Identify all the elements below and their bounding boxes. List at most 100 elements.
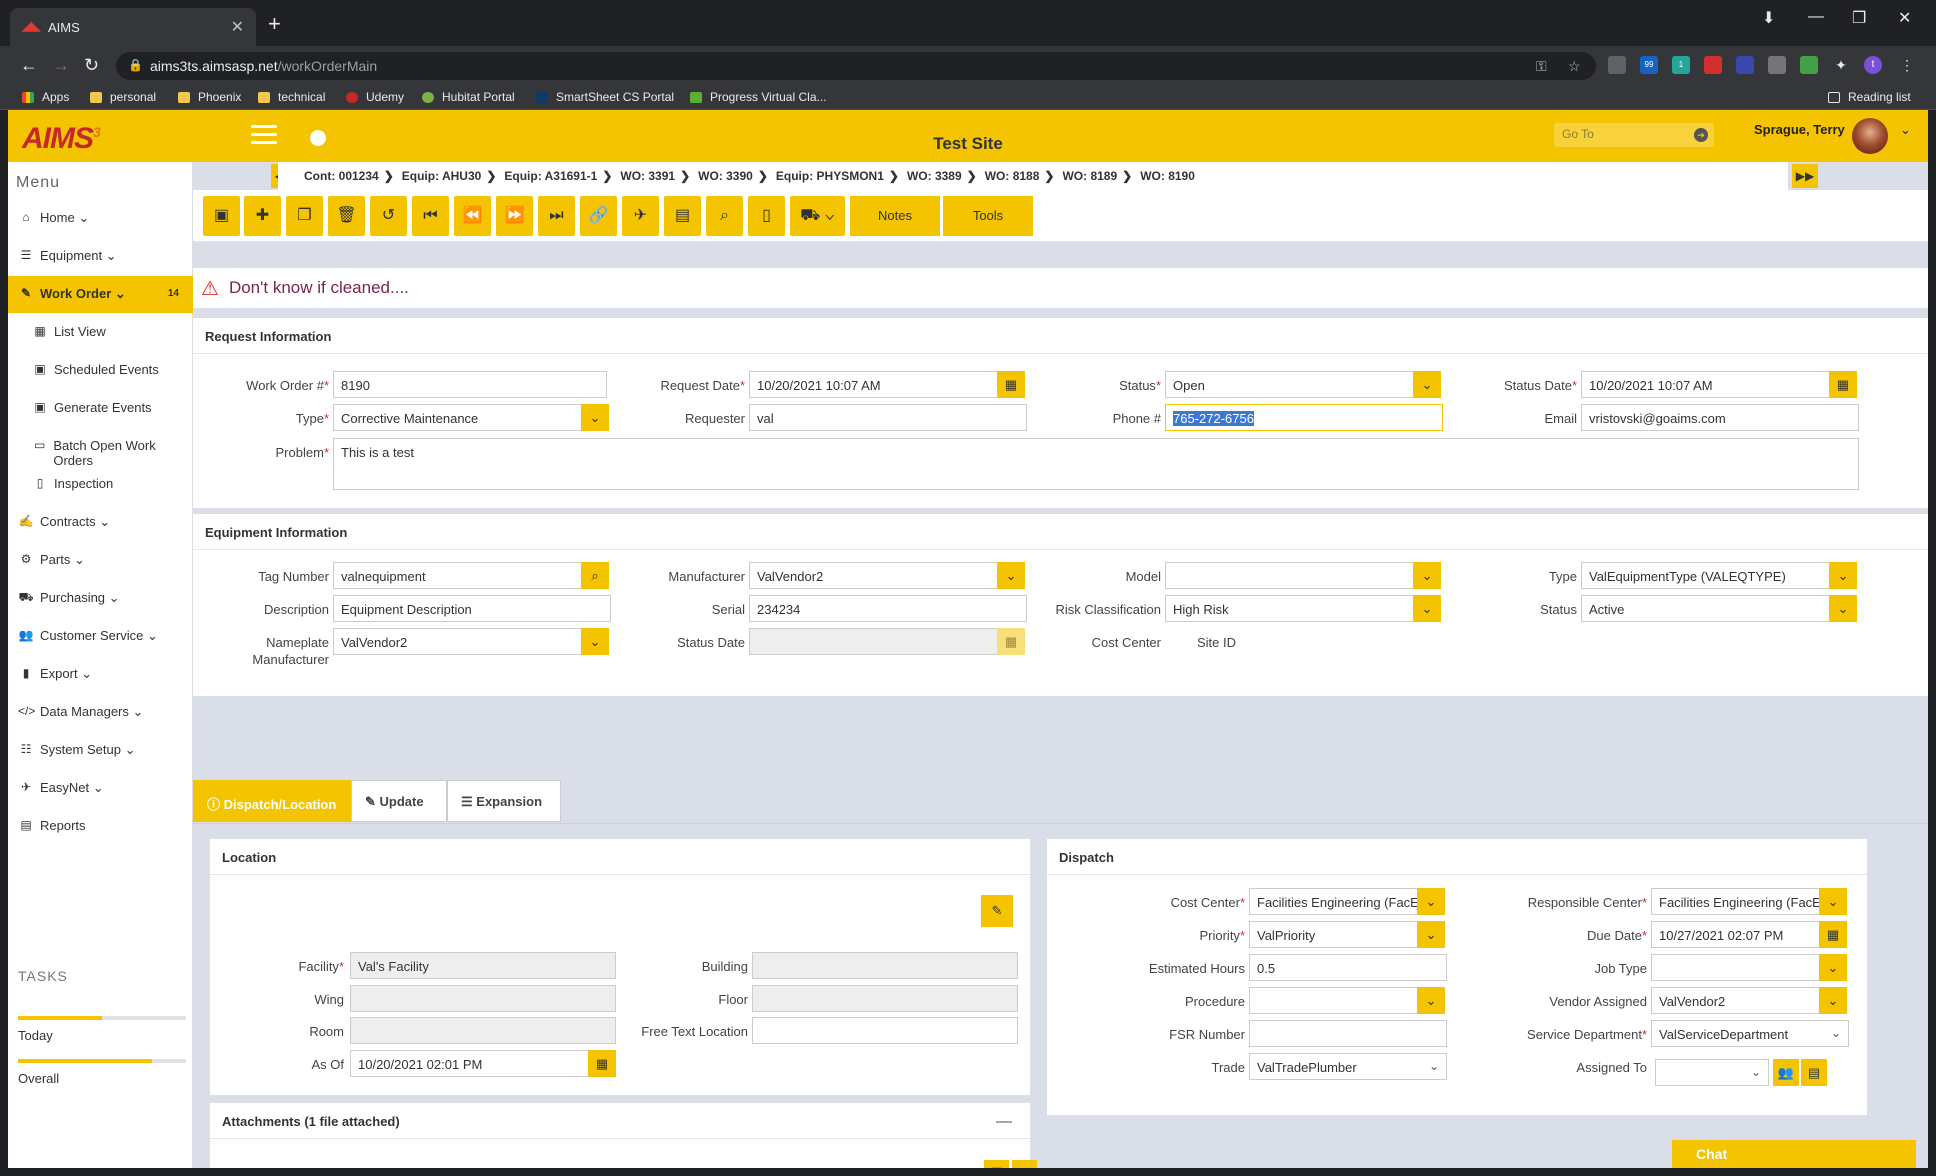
status-date-field[interactable]: 10/20/2021 10:07 AM	[1581, 371, 1831, 398]
browser-menu-icon[interactable]: ⋮	[1898, 56, 1916, 74]
contact-book-icon[interactable]: ▤	[664, 196, 701, 236]
responsible-center-select[interactable]: Facilities Engineering (FacE	[1651, 888, 1821, 915]
undo-icon[interactable]: ↺	[370, 196, 407, 236]
chevron-down-icon[interactable]: ⌄	[1819, 888, 1847, 915]
key-icon[interactable]: ⚿	[1536, 58, 1547, 75]
sidebar-item-export[interactable]: ▮ Export ⌄	[8, 656, 193, 693]
reading-list[interactable]: Reading list	[1828, 90, 1911, 104]
trade-select[interactable]: ValTradePlumber	[1249, 1053, 1447, 1080]
chevron-down-icon[interactable]: ⌄	[1900, 122, 1911, 138]
procedure-select[interactable]	[1249, 987, 1419, 1014]
manufacturer-select[interactable]: ValVendor2	[749, 562, 999, 589]
goto-input[interactable]: Go To ➜	[1554, 123, 1714, 147]
tag-number-field[interactable]: valnequipment	[333, 562, 583, 589]
estimated-hours-field[interactable]: 0.5	[1249, 954, 1447, 981]
add-icon[interactable]: ✚	[244, 196, 281, 236]
equipment-type-select[interactable]: ValEquipmentType (VALEQTYPE)	[1581, 562, 1831, 589]
extension-icon[interactable]	[1608, 56, 1626, 74]
request-date-field[interactable]: 10/20/2021 10:07 AM	[749, 371, 999, 398]
bookmark-smartsheet[interactable]: SmartSheet CS Portal	[536, 90, 674, 104]
chevron-down-icon[interactable]: ⌄	[1417, 987, 1445, 1014]
window-close-icon[interactable]: ✕	[1898, 8, 1911, 28]
bookmark-progress[interactable]: Progress Virtual Cla...	[690, 90, 827, 104]
sidebar-item-equipment[interactable]: ☰ Equipment ⌄	[8, 238, 193, 275]
save-icon[interactable]: ▣	[203, 196, 240, 236]
forward-icon[interactable]: →	[52, 55, 70, 76]
new-tab-icon[interactable]: +	[268, 11, 281, 37]
extension-green-icon[interactable]	[1800, 56, 1818, 74]
next-record-icon[interactable]: ⏩	[496, 196, 533, 236]
as-of-field[interactable]: 10/20/2021 02:01 PM	[350, 1050, 590, 1077]
fsr-number-field[interactable]	[1249, 1020, 1447, 1047]
edit-location-pencil-icon[interactable]: ✎	[981, 895, 1013, 927]
sidebar-item-purchasing[interactable]: ⛟ Purchasing ⌄	[8, 580, 193, 617]
chevron-down-icon[interactable]: ⌄	[1819, 954, 1847, 981]
previous-record-icon[interactable]: ⏪	[454, 196, 491, 236]
breadcrumb-item[interactable]: Equip: PHYSMON1	[776, 169, 884, 183]
breadcrumb-item[interactable]: Equip: A31691-1	[504, 169, 597, 183]
extension-grammarly-icon[interactable]: 1	[1672, 56, 1690, 74]
vendor-assigned-select[interactable]: ValVendor2	[1651, 987, 1821, 1014]
address-bar[interactable]: 🔒 aims3ts.aimsasp.net/workOrderMain ⚿ ☆	[116, 52, 1596, 80]
browser-tab[interactable]: ◢◣ AIMS ✕	[10, 8, 256, 46]
sidebar-item-easynet[interactable]: ✈ EasyNet ⌄	[8, 770, 193, 807]
nameplate-manufacturer-select[interactable]: ValVendor2	[333, 628, 583, 655]
chevron-down-icon[interactable]: ⌄	[1819, 987, 1847, 1014]
sidebar-item-list-view[interactable]: ▦ List View	[8, 314, 193, 351]
copy-icon[interactable]: ❐	[286, 196, 323, 236]
breadcrumb-item[interactable]: WO: 3391	[620, 169, 675, 183]
breadcrumb-item[interactable]: Cont: 001234	[304, 169, 379, 183]
sidebar-item-reports[interactable]: ▤ Reports	[8, 808, 193, 845]
sidebar-item-generate-events[interactable]: ▣ Generate Events	[8, 390, 193, 427]
delete-icon[interactable]: 🗑	[328, 196, 365, 236]
phone-field[interactable]: 765-272-6756	[1165, 404, 1443, 431]
search-icon[interactable]: ⌕	[706, 196, 743, 236]
tab-dispatch-location[interactable]: ⓘ Dispatch/Location	[193, 780, 351, 822]
last-record-icon[interactable]: ⏭	[538, 196, 575, 236]
breadcrumb-item[interactable]: WO: 8188	[985, 169, 1040, 183]
cart-dropdown-icon[interactable]: ⛟ ⌄	[790, 196, 845, 236]
user-name[interactable]: Sprague, Terry	[1754, 122, 1845, 137]
sidebar-item-batch-open[interactable]: ▭ Batch Open Work Orders	[8, 428, 193, 468]
sidebar-item-customer-service[interactable]: 👥 Customer Service ⌄	[8, 618, 193, 655]
external-link-icon[interactable]: ⇗	[1012, 1160, 1037, 1168]
type-select[interactable]: Corrective Maintenance	[333, 404, 583, 431]
go-arrow-icon[interactable]: ➜	[1694, 128, 1708, 142]
document-icon[interactable]: ▯	[748, 196, 785, 236]
description-field[interactable]: Equipment Description	[333, 595, 611, 622]
sidebar-item-home[interactable]: ⌂ Home ⌄	[8, 200, 193, 237]
first-record-icon[interactable]: ⏮	[412, 196, 449, 236]
email-field[interactable]: vristovski@goaims.com	[1581, 404, 1859, 431]
cost-center-select[interactable]: Facilities Engineering (FacE	[1249, 888, 1419, 915]
priority-select[interactable]: ValPriority	[1249, 921, 1419, 948]
bookmark-udemy[interactable]: Udemy	[346, 90, 404, 104]
profile-menu-icon[interactable]: ⬇	[1762, 8, 1775, 28]
extension-shield-icon[interactable]	[1736, 56, 1754, 74]
extension-linkedin-icon[interactable]: 99	[1640, 56, 1658, 74]
tab-close-icon[interactable]: ✕	[231, 17, 244, 37]
extensions-puzzle-icon[interactable]: ✦	[1832, 56, 1850, 74]
status-select[interactable]: Open	[1165, 371, 1415, 398]
bookmark-apps[interactable]: Apps	[22, 90, 69, 104]
sidebar-item-parts[interactable]: ⚙ Parts ⌄	[8, 542, 193, 579]
breadcrumb-item[interactable]: WO: 8190	[1140, 169, 1195, 183]
back-icon[interactable]: ←	[20, 55, 38, 76]
sidebar-item-scheduled-events[interactable]: ▣ Scheduled Events	[8, 352, 193, 389]
sidebar-item-data-managers[interactable]: </> Data Managers ⌄	[8, 694, 193, 731]
restore-icon[interactable]: ❐	[1852, 8, 1866, 28]
serial-field[interactable]: 234234	[749, 595, 1027, 622]
bookmark-hubitat[interactable]: Hubitat Portal	[422, 90, 515, 104]
breadcrumb-item[interactable]: WO: 3390	[698, 169, 753, 183]
extension-pdf-icon[interactable]	[1704, 56, 1722, 74]
work-order-field[interactable]: 8190	[333, 371, 607, 398]
calendar-icon[interactable]: ▦	[1819, 921, 1847, 948]
job-type-select[interactable]	[1651, 954, 1821, 981]
sidebar-item-system-setup[interactable]: ☷ System Setup ⌄	[8, 732, 193, 769]
link-icon[interactable]: 🔗	[580, 196, 617, 236]
chevron-down-icon[interactable]: ⌄	[1417, 888, 1445, 915]
calendar-icon[interactable]: ▦	[1829, 371, 1857, 398]
breadcrumb-item[interactable]: WO: 3389	[907, 169, 962, 183]
assign-users-icon[interactable]: 👥	[1773, 1059, 1799, 1086]
problem-textarea[interactable]: This is a test	[333, 438, 1859, 490]
tools-button[interactable]: Tools	[943, 196, 1033, 236]
